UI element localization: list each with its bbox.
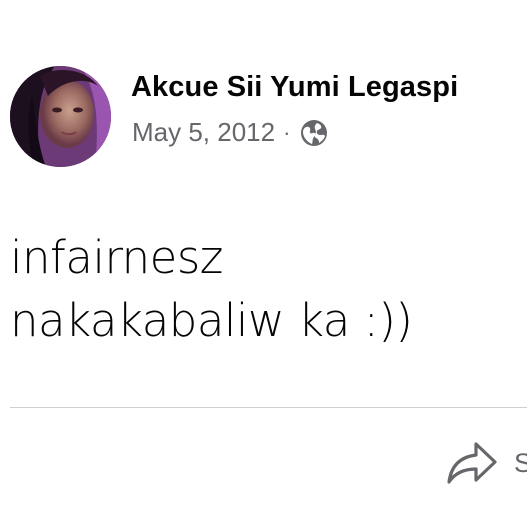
post-text-line: infairnesz [10,231,223,284]
divider [10,407,527,408]
meta-separator: · [283,119,291,145]
post-text: infairnesz nakakabaliw ka :)) [10,226,413,352]
share-button[interactable]: S [446,440,527,486]
post-text-line: nakakabaliw ka :)) [10,294,413,347]
globe-icon[interactable] [300,119,328,147]
avatar[interactable] [10,66,111,167]
share-arrow-icon [447,442,497,484]
post-date[interactable]: May 5, 2012 [132,117,275,148]
share-label: S [514,447,527,478]
post-meta: May 5, 2012 · [132,117,328,148]
author-name[interactable]: Akcue Sii Yumi Legaspi [131,71,458,104]
post-header: Akcue Sii Yumi Legaspi May 5, 2012 · [10,63,527,167]
avatar-photo [10,66,111,167]
